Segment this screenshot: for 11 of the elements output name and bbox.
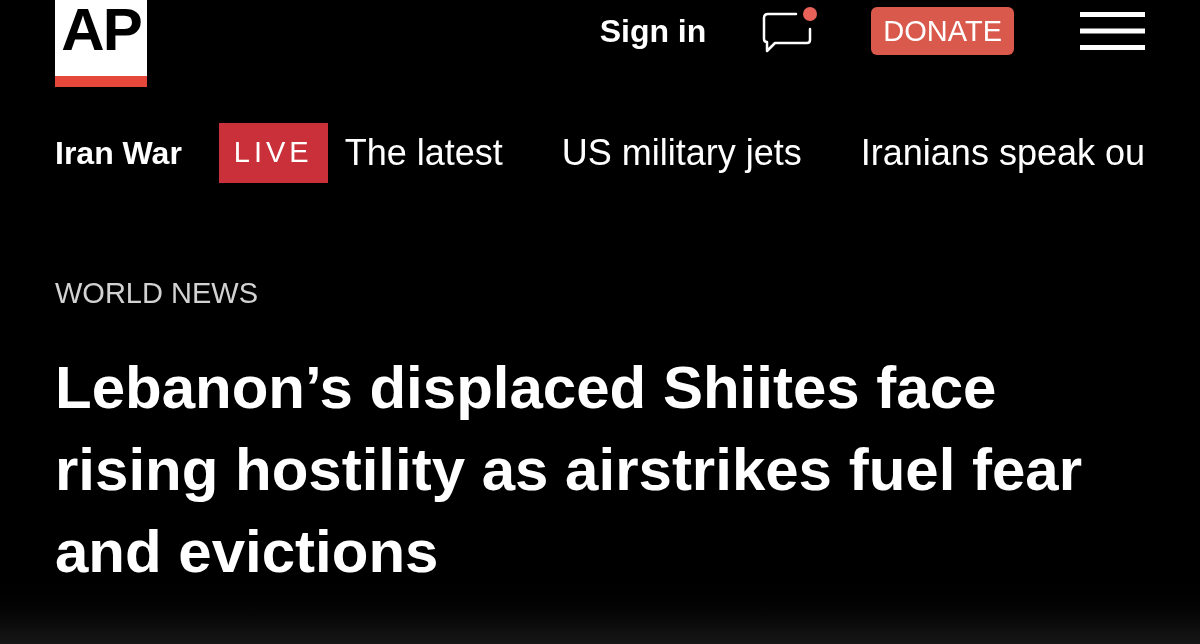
headline: Lebanon’s displaced Shiites face rising hostility as airstrikes fuel fear and evictions <box>55 353 1084 587</box>
nav-link[interactable]: Iranians speak ou <box>860 131 1145 175</box>
nav-link[interactable]: The latest <box>344 131 503 175</box>
section-link[interactable]: Iran War <box>55 133 182 173</box>
donate-button[interactable]: DONATE <box>871 7 1014 55</box>
category-link[interactable]: WORLD NEWS <box>55 275 258 311</box>
menu-icon[interactable] <box>1080 12 1145 50</box>
logo[interactable]: AP <box>55 0 147 87</box>
nav-link[interactable]: US military jets <box>561 131 802 175</box>
live-link[interactable]: LIVE <box>218 123 328 183</box>
sign-in-link[interactable]: Sign in <box>599 11 707 51</box>
